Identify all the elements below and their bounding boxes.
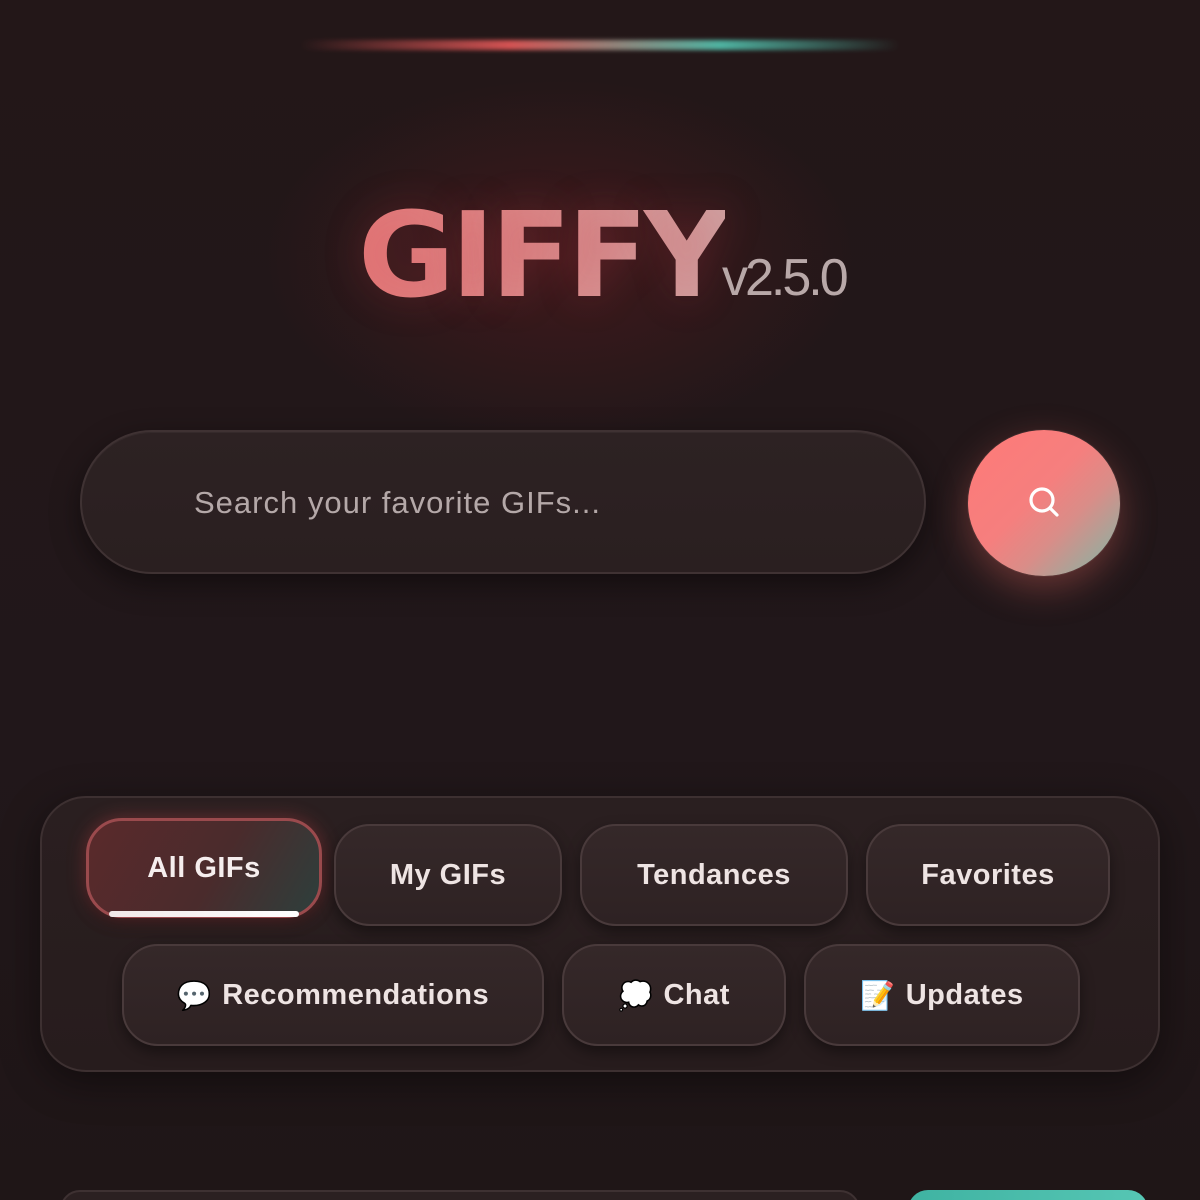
- bottom-panel: [60, 1190, 860, 1200]
- tab-label: Recommendations: [222, 978, 490, 1011]
- tab-chat[interactable]: 💭 Chat: [562, 944, 786, 1046]
- tab-label: Chat: [663, 978, 730, 1011]
- app-logo: GIFFY: [358, 186, 729, 324]
- version-label: v2.5.0: [722, 249, 849, 307]
- bottom-action-button[interactable]: [908, 1190, 1148, 1200]
- tab-updates[interactable]: 📝 Updates: [804, 944, 1080, 1046]
- tab-label: All GIFs: [147, 851, 261, 884]
- search-button[interactable]: [968, 430, 1120, 576]
- search-bar: [80, 430, 926, 574]
- tab-my-gifs[interactable]: My GIFs: [334, 824, 562, 926]
- tab-label: Updates: [905, 978, 1024, 1011]
- app-page: GIFFY v2.5.0 All GIFs My GIFs Tendances …: [0, 0, 1200, 1200]
- speech-bubble-icon: 💬: [176, 979, 213, 1011]
- tab-tendances[interactable]: Tendances: [580, 824, 848, 926]
- tab-recommendations[interactable]: 💬 Recommendations: [122, 944, 544, 1046]
- thought-bubble-icon: 💭: [618, 979, 654, 1011]
- header: GIFFY v2.5.0: [0, 190, 1200, 320]
- top-accent-line: [300, 40, 900, 50]
- search-icon: [1029, 487, 1059, 517]
- tab-label: Favorites: [921, 858, 1055, 891]
- active-tab-indicator: [109, 911, 299, 917]
- search-input[interactable]: [192, 472, 876, 534]
- tab-favorites[interactable]: Favorites: [866, 824, 1110, 926]
- tab-label: My GIFs: [389, 858, 507, 891]
- tab-label: Tendances: [637, 858, 791, 891]
- tab-all-gifs[interactable]: All GIFs: [86, 818, 322, 918]
- memo-icon: 📝: [860, 979, 896, 1011]
- category-tabs-panel: All GIFs My GIFs Tendances Favorites 💬 R…: [40, 796, 1160, 1072]
